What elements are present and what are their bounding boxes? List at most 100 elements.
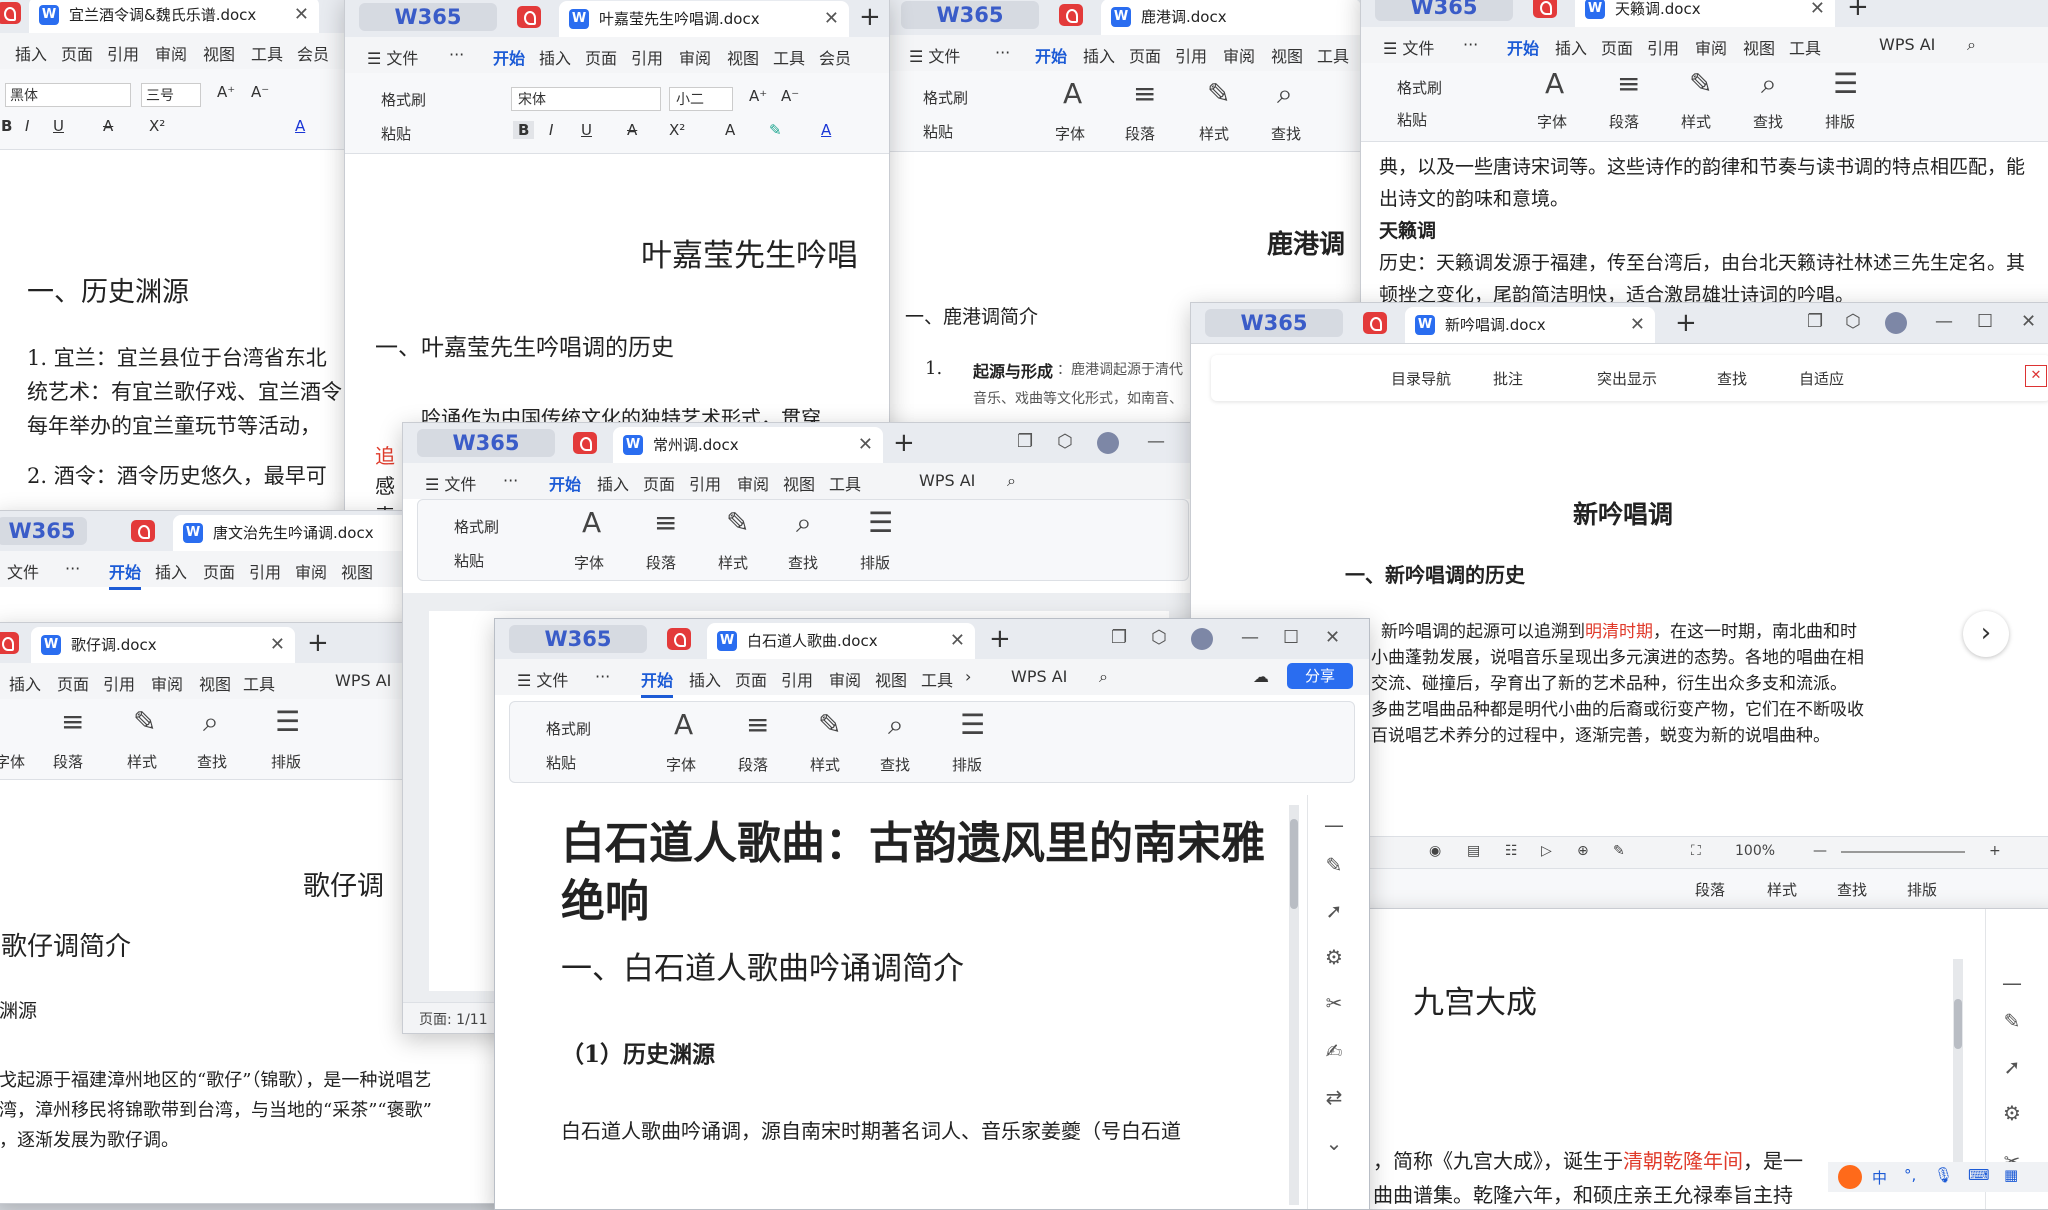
menu-view[interactable]: 视图 — [783, 471, 815, 495]
grid-icon[interactable]: ▦ — [2004, 1166, 2018, 1184]
menu-tools[interactable]: 工具 — [1789, 35, 1821, 59]
vertical-scrollbar[interactable] — [1289, 805, 1299, 1205]
paragraph-button[interactable]: 段落 — [1609, 111, 1639, 132]
cursor-icon[interactable]: ➚ — [1986, 1055, 2038, 1079]
wps-ai-button[interactable]: WPS AI — [919, 471, 975, 490]
style-icon[interactable]: ✎ — [726, 506, 749, 539]
menu-page[interactable]: 页面 — [1601, 35, 1633, 59]
font-button[interactable]: 字体 — [666, 754, 696, 775]
font-name-select[interactable]: 宋体 — [511, 87, 661, 111]
punctuation-icon[interactable]: °, — [1904, 1166, 1916, 1184]
menu-review[interactable]: 审阅 — [1223, 43, 1255, 67]
style-icon[interactable]: ✎ — [1207, 77, 1230, 110]
menu-reference[interactable]: 引用 — [631, 45, 663, 69]
menu-review[interactable]: 审阅 — [829, 667, 861, 691]
menu-member[interactable]: 会员 — [297, 41, 329, 65]
w365-logo[interactable]: W365 — [1205, 309, 1343, 337]
find-button[interactable]: 查找 — [788, 552, 818, 573]
w365-logo[interactable]: W365 — [359, 3, 497, 31]
find-button[interactable]: 查找 — [1717, 368, 1747, 389]
menu-reference[interactable]: 引用 — [249, 559, 281, 583]
minimize-icon[interactable]: — — [1241, 627, 1259, 648]
tab-gezai[interactable]: W 歌仔调.docx ✕ — [31, 627, 295, 663]
menu-home[interactable]: 开始 — [109, 559, 142, 590]
paste-button[interactable]: 粘贴 — [454, 550, 484, 571]
superscript-icon[interactable]: X² — [669, 121, 685, 139]
layout-icon[interactable]: ☰ — [960, 708, 985, 741]
keyboard-icon[interactable]: ⌨ — [1968, 1166, 1990, 1184]
pdf-app-icon[interactable] — [0, 2, 21, 24]
menu-tools[interactable]: 工具 — [773, 45, 805, 69]
close-icon[interactable]: ✕ — [1325, 627, 1340, 648]
menu-more[interactable]: ··· — [995, 43, 1010, 62]
menu-reference[interactable]: 引用 — [1175, 43, 1207, 67]
font-size-select[interactable]: 小二 — [669, 87, 733, 111]
menu-more[interactable]: ··· — [1463, 35, 1478, 54]
highlight-icon[interactable]: ✎ — [769, 121, 782, 139]
shrink-font-icon[interactable]: A⁻ — [781, 87, 799, 105]
tools-icon[interactable]: ✂ — [1308, 991, 1360, 1015]
format-painter-button[interactable]: 格式刷 — [546, 718, 591, 739]
tab-xinyin[interactable]: W 新吟唱调.docx ✕ — [1405, 307, 1655, 343]
menu-insert[interactable]: 插入 — [9, 671, 41, 695]
paste-button[interactable]: 粘贴 — [923, 121, 953, 142]
avatar[interactable] — [1885, 312, 1907, 334]
scroll-thumb[interactable] — [1954, 999, 1962, 1049]
strike-icon[interactable]: A — [103, 117, 113, 135]
window-layout-icon[interactable]: ❐ — [1017, 431, 1033, 452]
maximize-icon[interactable]: ☐ — [1977, 311, 1993, 332]
new-tab-icon[interactable]: + — [989, 623, 1011, 655]
menu-reference[interactable]: 引用 — [689, 471, 721, 495]
grow-font-icon[interactable]: A⁺ — [749, 87, 767, 105]
vertical-scrollbar[interactable] — [1953, 959, 1963, 1179]
w365-logo[interactable]: W365 — [901, 1, 1039, 29]
menu-review[interactable]: 审阅 — [155, 41, 187, 65]
menu-member[interactable]: 会员 — [819, 45, 851, 69]
menu-page[interactable]: 页面 — [203, 559, 235, 583]
find-icon[interactable]: ⌕ — [203, 705, 219, 739]
menu-insert[interactable]: 插入 — [539, 45, 571, 69]
tab-close-icon[interactable]: ✕ — [824, 1, 839, 37]
outline-icon[interactable]: ☷ — [1505, 843, 1518, 859]
scroll-thumb[interactable] — [1290, 819, 1298, 909]
font-color-icon[interactable]: A — [295, 117, 305, 135]
collapse-icon[interactable]: — — [1308, 813, 1360, 837]
pdf-app-icon[interactable] — [1363, 312, 1387, 334]
zoom-in-icon[interactable]: + — [1989, 843, 2001, 859]
menu-file[interactable]: ☰ 文件 — [425, 471, 476, 495]
menu-page[interactable]: 页面 — [57, 671, 89, 695]
tab-close-icon[interactable]: ✕ — [1630, 307, 1645, 343]
layout-button[interactable]: 排版 — [1825, 111, 1855, 132]
menu-more[interactable]: ··· — [503, 471, 518, 490]
paragraph-button[interactable]: 段落 — [1125, 123, 1155, 144]
paragraph-button[interactable]: 段落 — [53, 751, 83, 772]
cloud-sync-icon[interactable]: ☁ — [1253, 667, 1269, 686]
paragraph-icon[interactable]: ≡ — [1133, 77, 1156, 110]
menu-more[interactable]: ··· — [449, 45, 464, 64]
menu-review[interactable]: 审阅 — [679, 45, 711, 69]
web-icon[interactable]: ⊕ — [1577, 843, 1589, 859]
find-button[interactable]: 查找 — [197, 751, 227, 772]
format-painter-button[interactable]: 格式刷 — [454, 516, 499, 537]
font-icon[interactable]: A — [1545, 67, 1564, 100]
paste-button[interactable]: 粘贴 — [1397, 109, 1427, 130]
cursor-icon[interactable]: ➚ — [1308, 899, 1360, 923]
microphone-icon[interactable]: 🎙 — [1934, 1166, 1953, 1184]
minimize-icon[interactable]: — — [1147, 431, 1165, 452]
menu-page[interactable]: 页面 — [1129, 43, 1161, 67]
paste-button[interactable]: 粘贴 — [381, 123, 411, 144]
play-icon[interactable]: ▷ — [1541, 843, 1552, 859]
cube-icon[interactable]: ⬡ — [1057, 431, 1073, 452]
format-painter-button[interactable]: 格式刷 — [1397, 77, 1442, 98]
next-page-button[interactable]: › — [1963, 611, 2009, 657]
tab-tang[interactable]: W 唐文治先生吟诵调.docx — [173, 515, 413, 551]
comment-button[interactable]: 批注 — [1493, 368, 1523, 389]
paragraph-icon[interactable]: ≡ — [61, 705, 84, 738]
tab-yilan[interactable]: W 宜兰酒令调&魏氏乐谱.docx ✕ — [29, 0, 319, 33]
tab-changzhou[interactable]: W 常州调.docx ✕ — [613, 427, 883, 463]
new-tab-icon[interactable]: + — [307, 627, 329, 659]
zoom-level[interactable]: 100% — [1735, 843, 1775, 859]
menu-insert[interactable]: 插入 — [155, 559, 187, 583]
sign-icon[interactable]: ✍ — [1308, 1039, 1360, 1063]
font-size-select[interactable]: 三号 — [141, 83, 201, 107]
